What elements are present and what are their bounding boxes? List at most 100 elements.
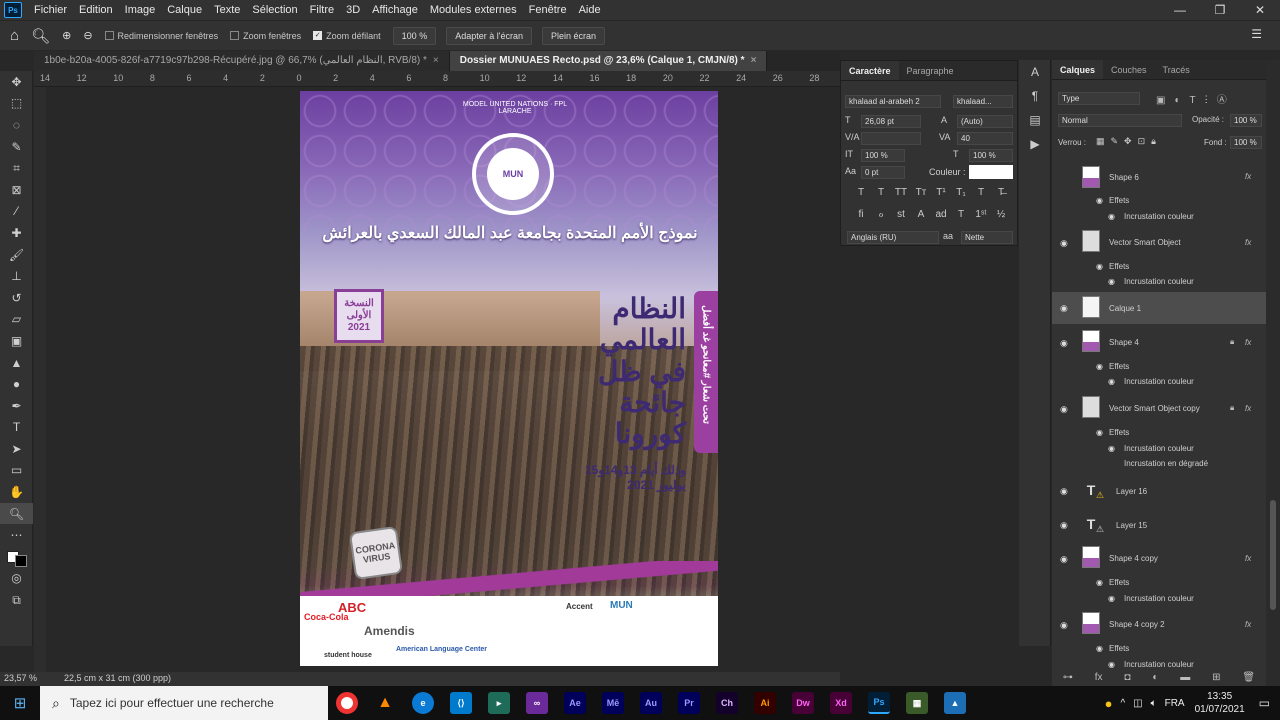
eye-icon[interactable]: ◉ [1108, 277, 1115, 286]
stamp-tool-icon[interactable]: ⊥ [0, 265, 33, 287]
language-select[interactable]: Anglais (RU) [847, 231, 939, 244]
notifications-icon[interactable]: ▭ [1259, 696, 1270, 710]
link-layers-icon[interactable]: ⊶ [1063, 672, 1073, 683]
new-layer-icon[interactable]: ⊞ [1212, 672, 1220, 683]
menu-selection[interactable]: Sélection [246, 4, 303, 16]
tab-paragraphe[interactable]: Paragraphe [899, 61, 962, 80]
healing-brush-tool-icon[interactable]: ✚ [0, 222, 33, 244]
subscript-button[interactable]: T₁ [951, 187, 971, 198]
eye-icon[interactable]: ◉ [1108, 444, 1115, 453]
clock[interactable]: 13:35 01/07/2021 [1195, 690, 1245, 716]
after-effects-icon[interactable]: Ae [564, 692, 586, 714]
titling-button[interactable]: ad [931, 209, 951, 220]
layer-row[interactable]: ◉ Vector Smart Object fx ◉ Effets ◉ Incr… [1052, 230, 1266, 292]
audition-icon[interactable]: Au [640, 692, 662, 714]
zoom-level[interactable]: 23,57 % [4, 673, 37, 683]
terminal-icon[interactable]: ▸ [488, 692, 510, 714]
xd-icon[interactable]: Xd [830, 692, 852, 714]
baseline-field[interactable]: 0 pt [861, 166, 905, 179]
paragraph-panel-icon[interactable]: ¶ [1019, 84, 1051, 108]
eye-icon[interactable]: ◉ [1096, 578, 1103, 587]
restore-icon[interactable]: ❐ [1200, 0, 1240, 20]
home-icon[interactable]: ⌂ [10, 27, 19, 44]
ordinal-sup-button[interactable]: 1ˢᵗ [971, 209, 991, 220]
blend-mode-select[interactable]: Normal [1058, 114, 1182, 127]
dreamweaver-icon[interactable]: Dw [792, 692, 814, 714]
tab-munuaes-recto[interactable]: Dossier MUNUAES Recto.psd @ 23,6% (Calqu… [449, 51, 768, 71]
eye-icon[interactable]: ◉ [1108, 377, 1115, 386]
eye-icon[interactable]: ◉ [1096, 428, 1103, 437]
eye-icon[interactable]: ◉ [1108, 594, 1115, 603]
eye-icon[interactable]: ◉ [1060, 554, 1068, 565]
menu-fichier[interactable]: Fichier [28, 4, 73, 16]
menu-edition[interactable]: Edition [73, 4, 119, 16]
photoshop-icon[interactable]: Ps [868, 692, 890, 714]
tab-traces[interactable]: Tracés [1155, 60, 1198, 79]
photoshop-logo-icon[interactable]: Ps [4, 2, 22, 18]
color-swatches-icon[interactable] [0, 546, 33, 568]
hand-tool-icon[interactable]: ✋ [0, 481, 33, 503]
layer-row[interactable]: Shape 6 fx ◉ Effets ◉ Incrustation coule… [1052, 164, 1266, 228]
volume-icon[interactable]: 🔈︎ [1151, 698, 1157, 709]
faux-italic-button[interactable]: T [871, 187, 891, 198]
menu-calque[interactable]: Calque [161, 4, 208, 16]
windows-start-icon[interactable]: ⊞ [0, 686, 40, 720]
eye-icon[interactable]: ◉ [1096, 644, 1103, 653]
weather-icon[interactable]: ● [1105, 696, 1113, 711]
fx-icon[interactable]: fx [1245, 620, 1251, 629]
kerning-field[interactable] [861, 132, 921, 145]
menu-modules-externes[interactable]: Modules externes [424, 4, 523, 16]
layer-row[interactable]: ◉ Shape 4 🔒︎ fx ◉ Effets ◉ Incrustation … [1052, 330, 1266, 392]
fractions-button[interactable]: ½ [991, 209, 1011, 220]
actions-play-icon[interactable]: ▶ [1019, 132, 1051, 156]
strikethrough-button[interactable]: T̶ [991, 187, 1011, 198]
layer-row-selected[interactable]: ◉ Calque 1 [1052, 292, 1266, 324]
menu-image[interactable]: Image [119, 4, 162, 16]
underline-button[interactable]: T [971, 187, 991, 198]
eye-icon[interactable]: ◉ [1060, 486, 1068, 497]
visual-studio-icon[interactable]: ∞ [526, 692, 548, 714]
lasso-tool-icon[interactable]: ◌ [0, 114, 33, 136]
text-color-swatch[interactable] [969, 165, 1013, 179]
edge-icon[interactable]: e [412, 692, 434, 714]
old-style-button[interactable]: ℴ [871, 209, 891, 220]
antialias-select[interactable]: Nette [961, 231, 1013, 244]
quick-select-tool-icon[interactable]: ✎ [0, 136, 33, 158]
font-family-select[interactable]: khalaad al-arabeh 2 [845, 95, 941, 108]
faux-bold-button[interactable]: T [851, 187, 871, 198]
scrubby-zoom-checkbox[interactable]: ✓ Zoom défilant [313, 31, 381, 41]
blur-tool-icon[interactable]: ▲ [0, 352, 33, 374]
scrollbar-thumb[interactable] [1270, 500, 1276, 610]
minecraft-icon[interactable]: ▦ [906, 692, 928, 714]
screen-mode-icon[interactable]: ⧉ [0, 589, 33, 611]
zoom-tool-icon[interactable]: 🔍︎ [0, 502, 33, 525]
font-size-field[interactable]: 26,08 pt [861, 115, 921, 128]
workspace-icon[interactable]: ☰ [1251, 27, 1262, 41]
fill-screen-button[interactable]: Plein écran [541, 26, 605, 45]
taskbar-search[interactable]: ⌕ Tapez ici pour effectuer une recherche [40, 686, 328, 720]
fx-icon[interactable]: fx [1245, 404, 1251, 413]
quick-mask-icon[interactable]: ◎ [0, 568, 33, 590]
tracking-field[interactable]: 40 [957, 132, 1013, 145]
character-panel-icon[interactable]: A [1019, 60, 1051, 84]
eye-icon[interactable]: ◉ [1060, 620, 1068, 631]
layer-row[interactable]: ◉ T ⚠ Layer 16 [1052, 478, 1266, 508]
close-icon[interactable]: ✕ [1240, 0, 1280, 20]
layers-scrollbar[interactable] [1266, 60, 1280, 686]
rectangle-tool-icon[interactable]: ▭ [0, 460, 33, 482]
poster-document[interactable]: MODEL UNITED NATIONS · FPL LARACHE MUN ن… [300, 91, 718, 666]
menu-3d[interactable]: 3D [340, 4, 366, 16]
move-tool-icon[interactable]: ✥ [0, 71, 33, 93]
eye-icon[interactable]: ◉ [1108, 660, 1115, 668]
fx-icon[interactable]: fx [1095, 672, 1103, 683]
minimize-icon[interactable]: — [1160, 0, 1200, 20]
character-animator-icon[interactable]: Ch [716, 692, 738, 714]
vertical-scale-field[interactable]: 100 % [861, 149, 905, 162]
fill-field[interactable]: 100 % [1230, 136, 1262, 149]
media-encoder-icon[interactable]: Mē [602, 692, 624, 714]
tab-couches[interactable]: Couches [1103, 60, 1155, 79]
trash-icon[interactable]: 🗑︎ [1242, 672, 1255, 683]
swash-button[interactable]: A [911, 209, 931, 220]
pen-tool-icon[interactable]: ✒ [0, 395, 33, 417]
resize-windows-checkbox[interactable]: Redimensionner fenêtres [104, 31, 218, 41]
